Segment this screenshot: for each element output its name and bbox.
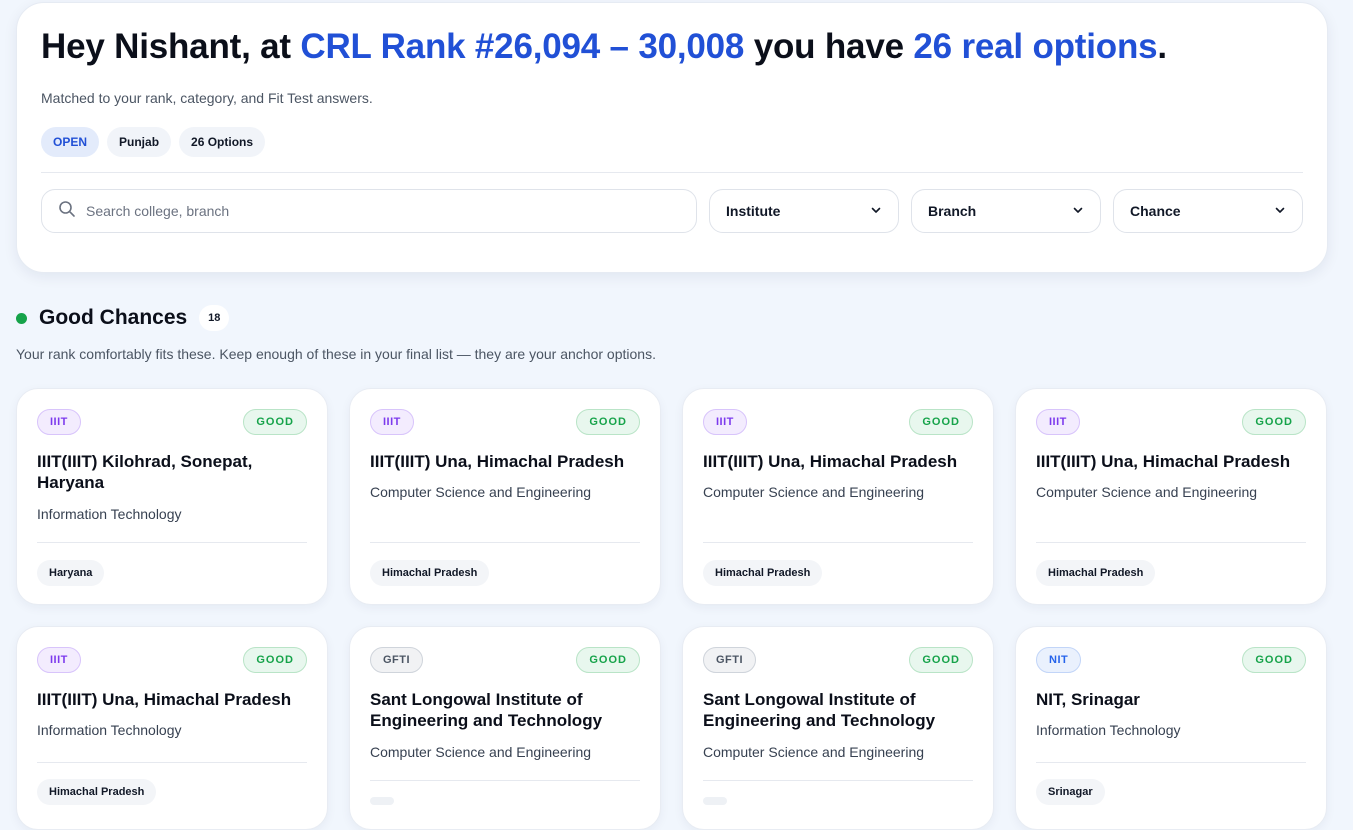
chance-badge: GOOD — [576, 409, 640, 435]
section-description: Your rank comfortably fits these. Keep e… — [16, 346, 656, 362]
college-card[interactable]: GFTI GOOD Sant Longowal Institute of Eng… — [682, 626, 994, 830]
chance-badge: GOOD — [1242, 647, 1306, 673]
card-divider — [370, 780, 640, 781]
chance-badge: GOOD — [243, 409, 307, 435]
branch-filter[interactable]: Branch — [911, 189, 1101, 233]
branch-name: Computer Science and Engineering — [703, 744, 925, 760]
greeting-mid: you have — [744, 27, 914, 66]
status-dot-icon — [16, 312, 27, 324]
location-chip: Himachal Pradesh — [37, 779, 157, 805]
college-name: IIIT(IIIT) Una, Himachal Pradesh — [37, 690, 292, 709]
branch-name: Information Technology — [37, 722, 182, 738]
chance-filter-label: Chance — [1130, 203, 1181, 219]
institute-type-badge: IIIT — [370, 409, 414, 435]
rank-range: CRL Rank #26,094 – 30,008 — [300, 27, 745, 66]
options-tag: 26 Options — [179, 127, 266, 157]
card-divider — [370, 542, 640, 543]
branch-name: Computer Science and Engineering — [1036, 484, 1258, 500]
search-icon — [58, 200, 76, 223]
section-header: Good Chances 18 — [16, 305, 230, 331]
location-chip — [370, 797, 394, 805]
section-count-badge: 18 — [199, 305, 230, 331]
greeting-prefix: Hey Nishant, at — [41, 27, 301, 66]
page-title: Hey Nishant, at CRL Rank #26,094 – 30,00… — [41, 27, 1167, 67]
institute-type-badge: GFTI — [703, 647, 757, 673]
college-name: Sant Longowal Institute of Engineering a… — [370, 690, 603, 730]
card-divider — [37, 762, 307, 763]
location-chip: Haryana — [37, 560, 105, 586]
college-name: Sant Longowal Institute of Engineering a… — [703, 690, 936, 730]
branch-name: Computer Science and Engineering — [370, 744, 592, 760]
chance-badge: GOOD — [576, 647, 640, 673]
section-title: Good Chances — [39, 306, 188, 329]
location-chip: Himachal Pradesh — [1036, 560, 1156, 586]
college-card[interactable]: IIIT GOOD IIIT(IIIT) Una, Himachal Prade… — [682, 388, 994, 605]
location-chip: Himachal Pradesh — [370, 560, 490, 586]
institute-type-badge: NIT — [1036, 647, 1082, 673]
institute-type-badge: IIIT — [37, 647, 81, 673]
college-name: IIIT(IIIT) Kilohrad, Sonepat, Haryana — [37, 452, 253, 492]
college-name: IIIT(IIIT) Una, Himachal Pradesh — [703, 452, 958, 471]
branch-name: Information Technology — [37, 506, 182, 522]
card-divider — [703, 780, 973, 781]
chance-badge: GOOD — [1242, 409, 1306, 435]
college-card[interactable]: NIT GOOD NIT, Srinagar Information Techn… — [1015, 626, 1327, 830]
divider — [41, 172, 1303, 173]
institute-filter-label: Institute — [726, 203, 781, 219]
card-divider — [703, 542, 973, 543]
college-card[interactable]: GFTI GOOD Sant Longowal Institute of Eng… — [349, 626, 661, 830]
search-input[interactable] — [86, 203, 646, 219]
branch-filter-label: Branch — [928, 203, 977, 219]
college-card[interactable]: IIIT GOOD IIIT(IIIT) Una, Himachal Prade… — [349, 388, 661, 605]
institute-filter[interactable]: Institute — [709, 189, 899, 233]
state-tag: Punjab — [107, 127, 172, 157]
branch-name: Computer Science and Engineering — [370, 484, 592, 500]
institute-type-badge: GFTI — [370, 647, 424, 673]
card-divider — [1036, 762, 1306, 763]
chance-badge: GOOD — [243, 647, 307, 673]
location-chip: Himachal Pradesh — [703, 560, 823, 586]
college-card[interactable]: IIIT GOOD IIIT(IIIT) Una, Himachal Prade… — [1015, 388, 1327, 605]
page-subtitle: Matched to your rank, category, and Fit … — [41, 90, 373, 106]
college-card[interactable]: IIIT GOOD IIIT(IIIT) Una, Himachal Prade… — [16, 626, 328, 830]
chevron-down-icon — [1274, 203, 1286, 219]
institute-type-badge: IIIT — [37, 409, 81, 435]
profile-tags: OPEN Punjab 26 Options — [41, 127, 266, 157]
branch-name: Information Technology — [1036, 722, 1181, 738]
institute-type-badge: IIIT — [1036, 409, 1080, 435]
summary-panel: Hey Nishant, at CRL Rank #26,094 – 30,00… — [16, 2, 1328, 273]
category-tag: OPEN — [41, 127, 100, 157]
chance-filter[interactable]: Chance — [1113, 189, 1303, 233]
college-name: IIIT(IIIT) Una, Himachal Pradesh — [1036, 452, 1291, 471]
college-name: IIIT(IIIT) Una, Himachal Pradesh — [370, 452, 625, 471]
chance-badge: GOOD — [909, 409, 973, 435]
card-divider — [37, 542, 307, 543]
greeting-suffix: . — [1157, 27, 1167, 66]
options-count: 26 real options — [913, 27, 1158, 66]
college-name: NIT, Srinagar — [1036, 690, 1140, 709]
chance-badge: GOOD — [909, 647, 973, 673]
search-box[interactable] — [41, 189, 697, 233]
chevron-down-icon — [870, 203, 882, 219]
college-card[interactable]: IIIT GOOD IIIT(IIIT) Kilohrad, Sonepat, … — [16, 388, 328, 605]
chevron-down-icon — [1072, 203, 1084, 219]
card-divider — [1036, 542, 1306, 543]
institute-type-badge: IIIT — [703, 409, 747, 435]
location-chip: Srinagar — [1036, 779, 1105, 805]
branch-name: Computer Science and Engineering — [703, 484, 925, 500]
location-chip — [703, 797, 727, 805]
